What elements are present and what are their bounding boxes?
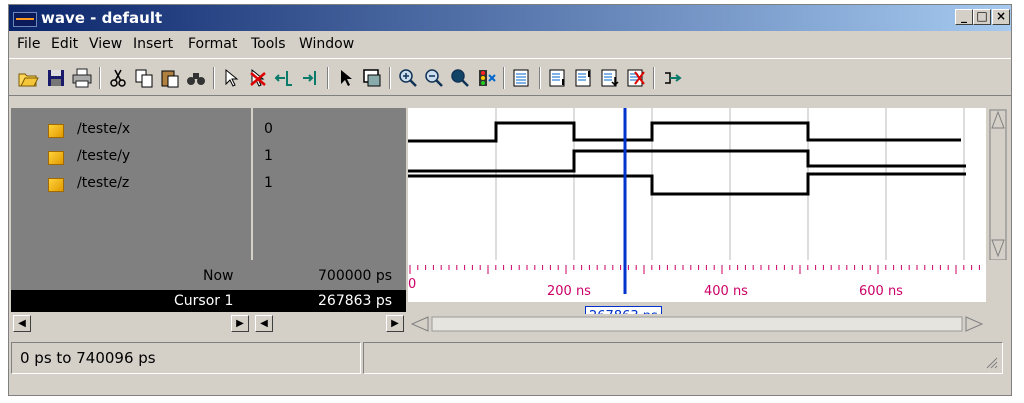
tick-label: 600 ns: [859, 284, 903, 299]
signal-icon: [48, 178, 64, 192]
print-icon[interactable]: [71, 67, 93, 89]
align-left-icon[interactable]: [547, 67, 569, 89]
toolbar-separator: [653, 67, 655, 89]
toolbar-separator: [389, 67, 391, 89]
wave-z: [408, 172, 966, 196]
maximize-button[interactable]: □: [973, 9, 991, 25]
names-hscrollbar[interactable]: ◀ ▶: [11, 314, 251, 334]
signal-value: 1: [264, 175, 273, 191]
menu-view[interactable]: View: [89, 36, 122, 52]
align-right-icon[interactable]: [573, 67, 595, 89]
wave-y: [408, 149, 966, 173]
resize-grip-icon: [986, 357, 998, 369]
ruler-zero: 0: [408, 277, 416, 292]
scroll-right-icon[interactable]: ▶: [231, 315, 249, 332]
menu-tools[interactable]: Tools: [251, 36, 286, 52]
zoom-box-icon[interactable]: [361, 67, 383, 89]
values-hscrollbar[interactable]: ◀ ▶: [253, 314, 406, 334]
signal-name[interactable]: /teste/y: [77, 148, 130, 164]
signal-value: 1: [264, 148, 273, 164]
toolbar: [9, 58, 1011, 96]
signal-name[interactable]: /teste/x: [77, 121, 130, 137]
toolbar-separator: [539, 67, 541, 89]
find-icon[interactable]: [185, 67, 207, 89]
status-bar-range: 0 ps to 740096 ps: [11, 342, 361, 374]
scroll-right-icon[interactable]: ▶: [386, 315, 404, 332]
tick-label: 400 ns: [704, 284, 748, 299]
status-bar-info: [363, 342, 1003, 374]
now-value: 700000 ps: [318, 268, 393, 284]
group-icon[interactable]: [511, 67, 533, 89]
menu-insert[interactable]: Insert: [133, 36, 173, 52]
cursor-name[interactable]: Cursor 1: [174, 293, 233, 309]
save-icon[interactable]: [45, 67, 67, 89]
toolbar-separator: [327, 67, 329, 89]
cut-icon[interactable]: [107, 67, 129, 89]
vertical-scrollbar[interactable]: [988, 108, 1008, 261]
waveform-pane[interactable]: [408, 108, 986, 260]
minimize-button[interactable]: _: [955, 9, 973, 25]
close-button[interactable]: ×: [992, 9, 1010, 25]
now-label: Now: [203, 268, 234, 284]
signal-name[interactable]: /teste/z: [77, 175, 129, 191]
window-title: wave - default: [41, 9, 163, 27]
delete-icon[interactable]: [247, 67, 269, 89]
toolbar-separator: [503, 67, 505, 89]
remove-icon[interactable]: [625, 67, 647, 89]
cursor-icon[interactable]: [661, 67, 683, 89]
add-icon[interactable]: [599, 67, 621, 89]
signal-names-pane: [11, 108, 251, 260]
signal-icon: [48, 151, 64, 165]
time-range-text: 0 ps to 740096 ps: [20, 349, 156, 367]
zoom-out-icon[interactable]: [423, 67, 445, 89]
menu-format[interactable]: Format: [188, 36, 237, 52]
wave-hscrollbar[interactable]: [408, 314, 986, 334]
insert-right-icon[interactable]: [299, 67, 321, 89]
cursor-time: 267863 ps: [318, 293, 393, 309]
scroll-left-icon[interactable]: ◀: [13, 315, 31, 332]
insert-left-icon[interactable]: [273, 67, 295, 89]
zoom-in-icon[interactable]: [397, 67, 419, 89]
wave-app-icon: [13, 12, 37, 27]
copy-icon[interactable]: [133, 67, 155, 89]
paste-icon[interactable]: [159, 67, 181, 89]
pointer-icon[interactable]: [335, 67, 357, 89]
menu-window[interactable]: Window: [299, 36, 354, 52]
tick-label: 200 ns: [547, 284, 591, 299]
scroll-left-icon[interactable]: ◀: [255, 315, 273, 332]
toolbar-separator: [99, 67, 101, 89]
menu-bar: File Edit View Insert Format Tools Windo…: [9, 32, 1011, 56]
open-icon[interactable]: [17, 67, 39, 89]
title-bar[interactable]: wave - default _ □ ×: [9, 5, 1011, 31]
zoom-full-icon[interactable]: [449, 67, 471, 89]
signal-icon: [48, 124, 64, 138]
toolbar-separator: [213, 67, 215, 89]
signal-value: 0: [264, 121, 273, 137]
signal-values-pane: [253, 108, 406, 260]
wave-x: [408, 121, 961, 143]
menu-file[interactable]: File: [17, 36, 40, 52]
time-ruler[interactable]: 0 200 ns 400 ns 600 ns: [408, 260, 986, 302]
stop-icon[interactable]: [475, 67, 497, 89]
select-icon[interactable]: [221, 67, 243, 89]
menu-edit[interactable]: Edit: [51, 36, 78, 52]
